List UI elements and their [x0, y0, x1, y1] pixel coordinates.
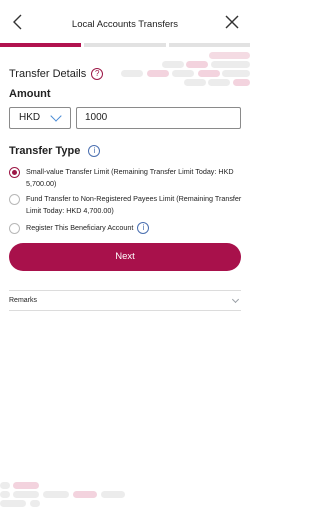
transfer-type-option-non-registered[interactable]: Fund Transfer to Non-Registered Payees L…: [9, 193, 244, 216]
help-icon[interactable]: ?: [91, 68, 104, 80]
decorative-pattern-bottom: [0, 470, 250, 509]
register-beneficiary-row: Register This Beneficiary Account i: [26, 222, 150, 234]
remarks-accordion[interactable]: Remarks: [9, 295, 241, 304]
page-title: Local Accounts Transfers: [71, 19, 179, 30]
radio-button[interactable]: [9, 194, 20, 205]
register-beneficiary-label: Register This Beneficiary Account: [26, 223, 134, 232]
transfer-type-label: Transfer Type: [9, 145, 81, 157]
register-beneficiary-toggle[interactable]: [9, 223, 20, 234]
step-progress-bar: [0, 43, 250, 47]
option-label: Fund Transfer to Non-Registered Payees L…: [26, 194, 242, 215]
chevron-down-icon: [231, 295, 240, 304]
close-icon[interactable]: [223, 13, 241, 31]
info-icon[interactable]: i: [88, 145, 101, 157]
transfer-type-option-small-value[interactable]: Small-value Transfer Limit (Remaining Tr…: [9, 166, 244, 189]
remarks-label: Remarks: [9, 297, 38, 304]
currency-select[interactable]: HKD: [9, 107, 71, 129]
header-bar: Local Accounts Transfers: [0, 0, 250, 44]
radio-button-selected[interactable]: [9, 167, 20, 178]
progress-step-3: [168, 43, 250, 47]
amount-input[interactable]: 1000: [76, 107, 241, 129]
progress-step-2: [84, 43, 166, 47]
transfer-details-heading: Transfer Details ?: [9, 68, 104, 80]
transfer-details-label: Transfer Details: [9, 68, 87, 80]
divider: [9, 310, 241, 311]
option-label: Small-value Transfer Limit (Remaining Tr…: [26, 167, 234, 188]
transfer-type-heading: Transfer Type i: [9, 145, 101, 157]
divider: [9, 290, 241, 291]
register-beneficiary-option[interactable]: Register This Beneficiary Account i: [9, 222, 150, 234]
amount-label: Amount: [9, 88, 51, 100]
info-icon[interactable]: i: [137, 222, 150, 234]
currency-value: HKD: [19, 112, 41, 123]
next-button[interactable]: Next: [9, 243, 241, 271]
progress-step-1: [0, 43, 82, 47]
chevron-down-icon: [50, 110, 62, 122]
